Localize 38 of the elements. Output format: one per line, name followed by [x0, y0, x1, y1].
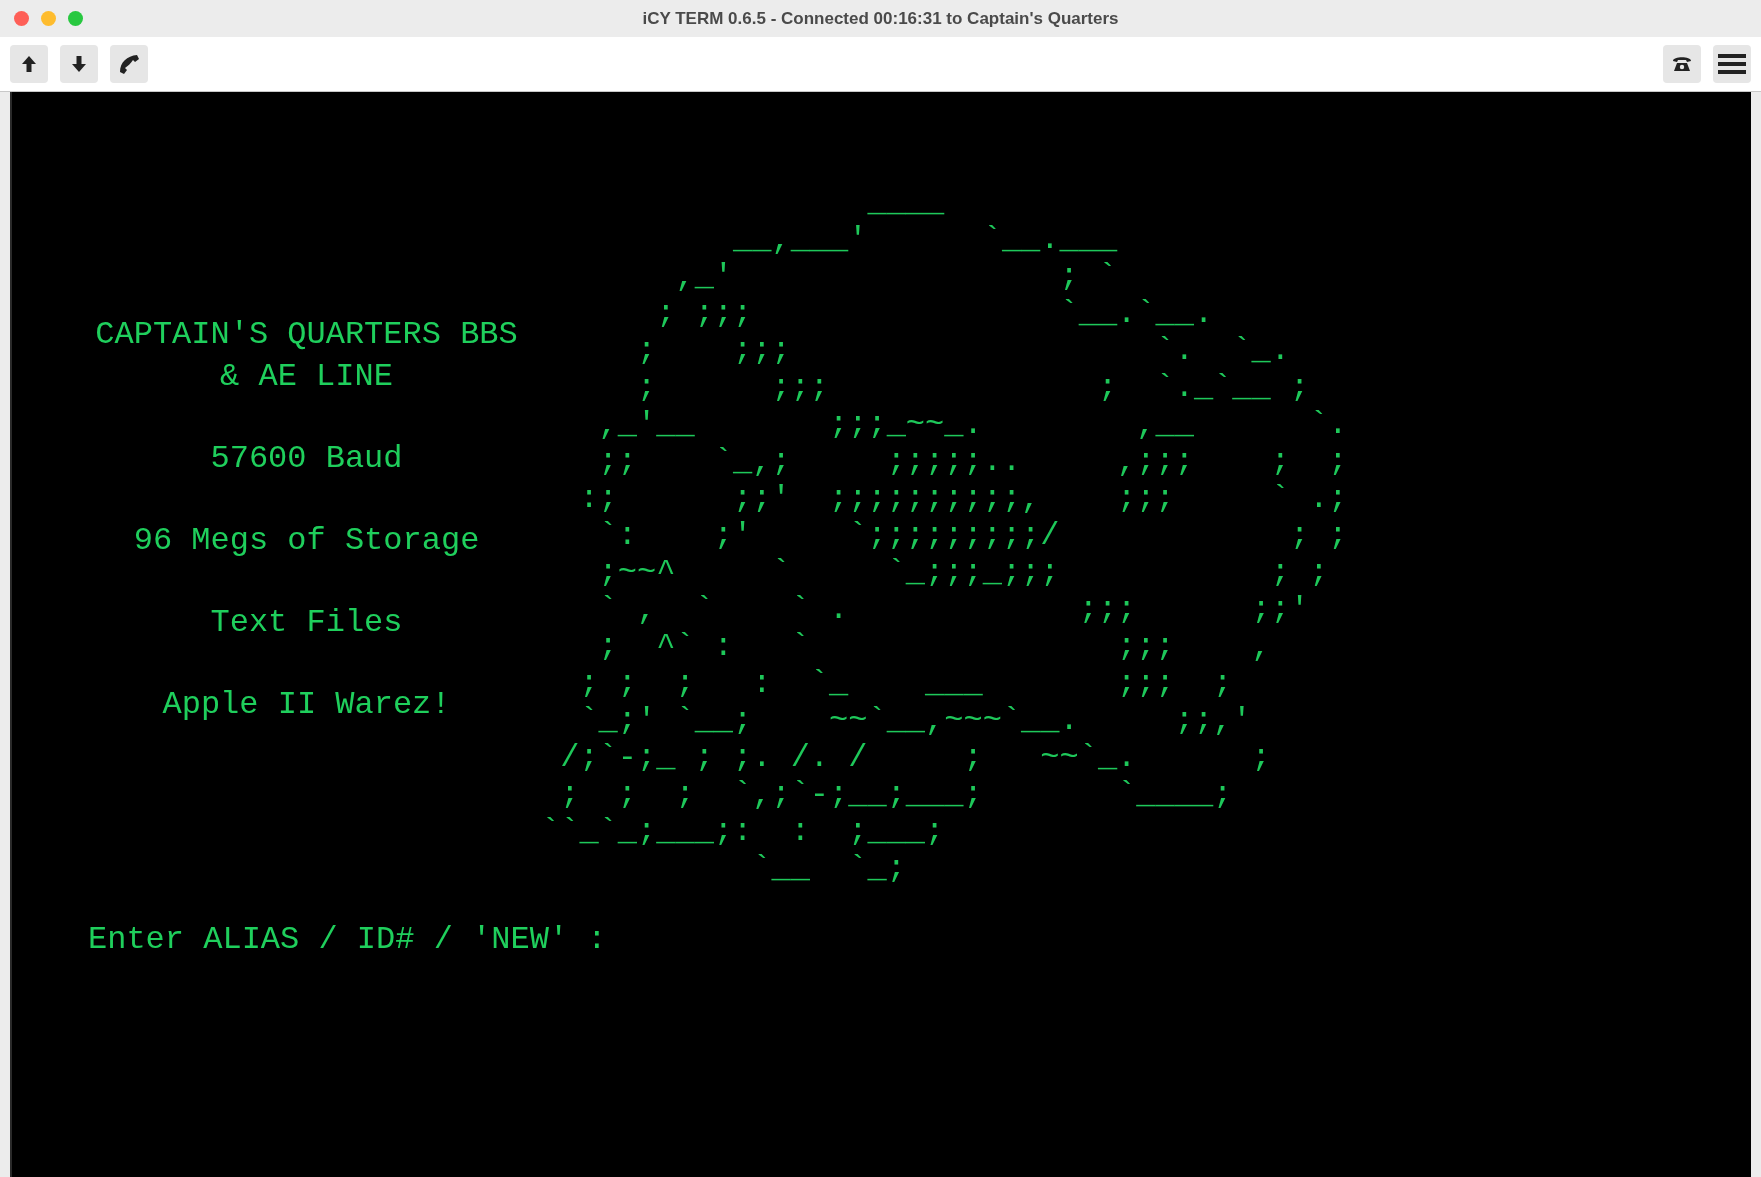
- feature-line: 96 Megs of Storage: [133, 521, 480, 561]
- bbs-banner-line: CAPTAIN'S QUARTERS BBS: [95, 315, 518, 355]
- ascii-art-line: ; ; ; `,;`-;__;___; `____;: [559, 776, 1234, 813]
- window-title: iCY TERM 0.6.5 - Connected 00:16:31 to Captain's Quarters: [641, 8, 1120, 29]
- feature-line: Apple II Warez!: [162, 685, 451, 725]
- ascii-art-line: __,___' `__.___: [732, 221, 1119, 258]
- ascii-art-line: `_;' `__; ~~`__,~~~`__. ;;,': [578, 702, 1253, 739]
- ascii-art-line: ,_' ; `: [674, 258, 1119, 295]
- ascii-art-line: ,_'__ ;;;_~~_. ,__ `.: [597, 406, 1348, 443]
- ascii-art-line: ;~~^ ` `_;;;_;;; ; ;: [597, 554, 1330, 591]
- ascii-art-line: ;; `_,; ;;;;;.. ,;;; ; ;: [597, 443, 1348, 480]
- ascii-art-line: ; ;;; `. `_.: [636, 332, 1291, 369]
- up-arrow-icon: [21, 55, 37, 73]
- bbs-banner-line: & AE LINE: [219, 357, 394, 397]
- ascii-art-line: `__ `_;: [751, 850, 907, 887]
- ascii-art-line: ; ;;; `__.`__.: [655, 295, 1215, 332]
- ascii-art-line: ____: [866, 184, 946, 221]
- feature-line: Text Files: [210, 603, 403, 643]
- menu-icon: [1718, 53, 1746, 75]
- ascii-art-line: :; ;;' ;;;;;;;;;;, ;;; ` .;: [578, 480, 1348, 517]
- telephone-icon: [1671, 54, 1693, 74]
- ascii-art-line: ; ; ; : `_ ___ ;;; ;: [578, 665, 1234, 702]
- download-button[interactable]: [60, 45, 98, 83]
- login-prompt: Enter ALIAS / ID# / 'NEW' :: [87, 920, 608, 960]
- feature-line: 57600 Baud: [210, 439, 403, 479]
- down-arrow-icon: [71, 55, 87, 73]
- ascii-art-line: ; ^` : ` ;;; ,: [597, 628, 1272, 665]
- ascii-art-line: `: ;' `;;;;;;;;;/ ; ;: [597, 517, 1348, 554]
- upload-button[interactable]: [10, 45, 48, 83]
- dial-button[interactable]: [110, 45, 148, 83]
- ascii-art-line: ` , ` ` . ;;; ;;': [597, 591, 1311, 628]
- telephone-button[interactable]: [1663, 45, 1701, 83]
- menu-button[interactable]: [1713, 45, 1751, 83]
- ascii-art-line: ; ;;; ; `._`__ ;: [636, 369, 1311, 406]
- close-button[interactable]: [14, 11, 29, 26]
- ascii-art-line: ``_`_;___;: : ;___;: [541, 813, 946, 850]
- ascii-art-line: /;`-;_ ; ;. /. / ; ~~`_. ;: [559, 739, 1272, 776]
- phone-handset-icon: [118, 53, 140, 75]
